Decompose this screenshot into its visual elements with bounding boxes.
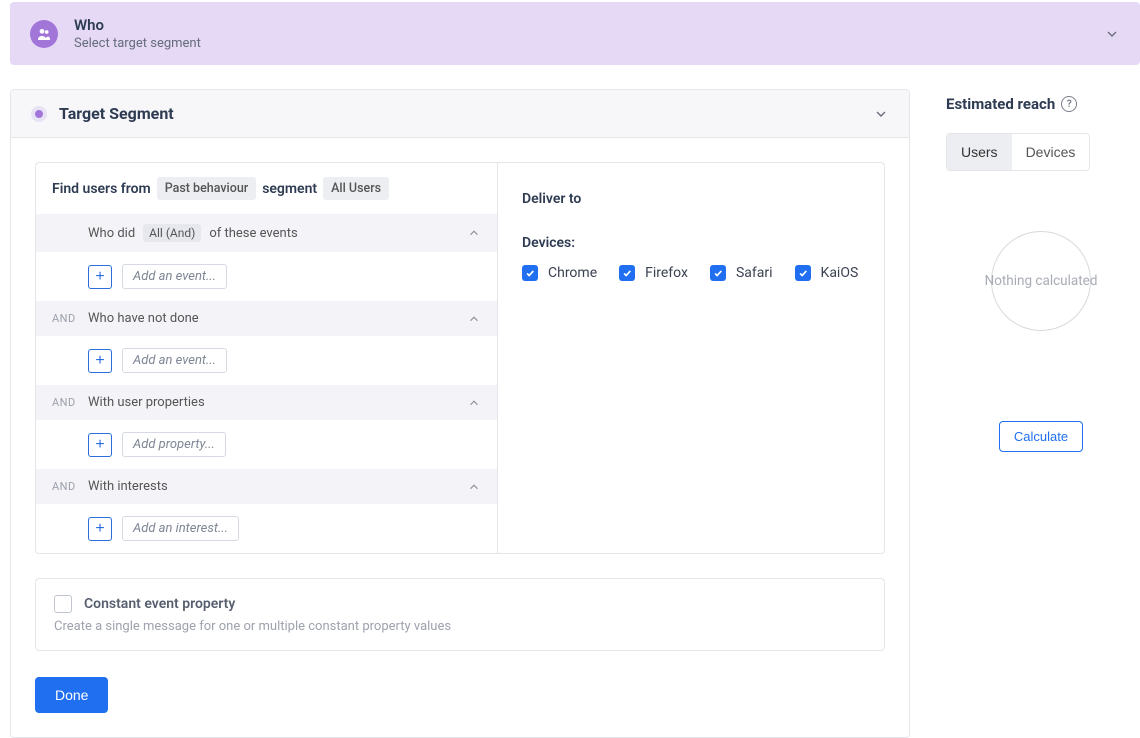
banner-subtitle: Select target segment <box>74 36 201 51</box>
estimated-reach-panel: Estimated reach ? Users Devices Nothing … <box>934 89 1140 738</box>
target-segment-card: Target Segment Find users from Past beha… <box>10 89 910 738</box>
chevron-down-icon[interactable] <box>873 106 889 122</box>
tab-devices[interactable]: Devices <box>1012 134 1090 170</box>
chevron-up-icon[interactable] <box>467 312 481 326</box>
deliver-to-title: Deliver to <box>522 191 860 207</box>
who-banner[interactable]: Who Select target segment <box>10 2 1140 65</box>
checkbox-checked-icon[interactable] <box>522 265 538 281</box>
device-label: Safari <box>736 265 773 281</box>
deliver-panel: Deliver to Devices: Chrome Firefox <box>498 163 884 553</box>
condition-prefix: Who have not done <box>88 311 199 326</box>
chevron-up-icon[interactable] <box>467 396 481 410</box>
and-label: AND <box>52 312 80 325</box>
chevron-down-icon[interactable] <box>1104 26 1120 42</box>
checkbox-checked-icon[interactable] <box>795 265 811 281</box>
checkbox-unchecked[interactable] <box>54 595 72 613</box>
find-mid: segment <box>262 181 317 197</box>
device-option[interactable]: KaiOS <box>795 265 859 281</box>
conditions-panel: Find users from Past behaviour segment A… <box>36 163 498 553</box>
device-option[interactable]: Safari <box>710 265 773 281</box>
segment-title: Target Segment <box>59 104 174 123</box>
help-icon[interactable]: ? <box>1061 96 1077 112</box>
constant-subtitle: Create a single message for one or multi… <box>54 619 866 634</box>
reach-empty-text: Nothing calculated <box>985 273 1098 289</box>
calculate-button[interactable]: Calculate <box>999 421 1083 452</box>
checkbox-checked-icon[interactable] <box>619 265 635 281</box>
condition-prefix: With user properties <box>88 395 205 410</box>
and-label: AND <box>52 396 80 409</box>
find-prefix: Find users from <box>52 181 151 197</box>
chevron-up-icon[interactable] <box>467 480 481 494</box>
segment-header[interactable]: Target Segment <box>11 90 909 138</box>
condition-header[interactable]: AND With interests <box>36 469 497 504</box>
all-and-chip[interactable]: All (And) <box>143 224 201 242</box>
condition-header[interactable]: Who did All (And) of these events <box>36 214 497 252</box>
banner-title: Who <box>74 16 201 34</box>
done-button[interactable]: Done <box>35 677 108 713</box>
add-event-pill[interactable]: Add an event... <box>122 348 227 373</box>
add-button[interactable]: + <box>88 433 112 457</box>
condition-prefix: Who did <box>88 226 135 241</box>
behaviour-chip[interactable]: Past behaviour <box>157 177 257 200</box>
device-option[interactable]: Firefox <box>619 265 688 281</box>
tab-users[interactable]: Users <box>947 134 1012 170</box>
device-label: Firefox <box>645 265 688 281</box>
segment-status-dot <box>31 106 47 122</box>
segment-chip[interactable]: All Users <box>323 177 389 200</box>
devices-label: Devices: <box>522 235 860 251</box>
find-users-bar: Find users from Past behaviour segment A… <box>36 163 497 214</box>
add-event-pill[interactable]: Add an event... <box>122 264 227 289</box>
device-option[interactable]: Chrome <box>522 265 597 281</box>
and-label: AND <box>52 480 80 493</box>
add-interest-pill[interactable]: Add an interest... <box>122 516 239 541</box>
reach-title-text: Estimated reach <box>946 95 1055 113</box>
condition-suffix: of these events <box>209 226 297 241</box>
add-button[interactable]: + <box>88 265 112 289</box>
constant-property-block: Constant event property Create a single … <box>35 578 885 651</box>
checkbox-checked-icon[interactable] <box>710 265 726 281</box>
condition-prefix: With interests <box>88 479 168 494</box>
add-button[interactable]: + <box>88 349 112 373</box>
chevron-up-icon[interactable] <box>467 226 481 240</box>
device-label: KaiOS <box>821 265 859 281</box>
add-property-pill[interactable]: Add property... <box>122 432 226 457</box>
reach-tabs: Users Devices <box>946 133 1090 171</box>
constant-title: Constant event property <box>84 596 235 612</box>
condition-header[interactable]: AND With user properties <box>36 385 497 420</box>
device-label: Chrome <box>548 265 597 281</box>
condition-header[interactable]: AND Who have not done <box>36 301 497 336</box>
add-button[interactable]: + <box>88 517 112 541</box>
people-icon <box>30 20 58 48</box>
